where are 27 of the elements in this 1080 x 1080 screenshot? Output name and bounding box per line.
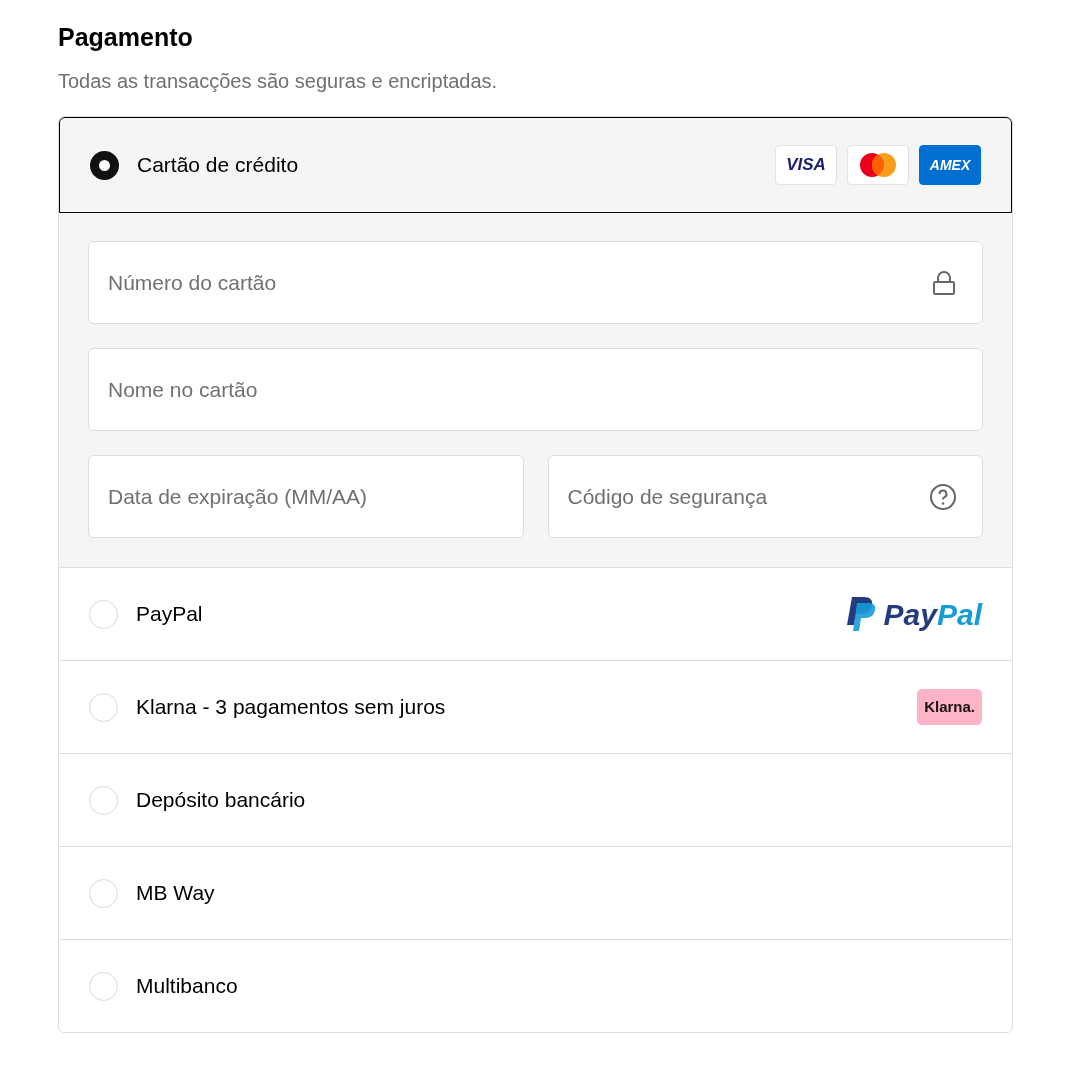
klarna-logo: Klarna. — [917, 688, 982, 726]
radio-button[interactable] — [90, 150, 119, 180]
payment-option[interactable]: Depósito bancário — [59, 753, 1012, 846]
paypal-wordmark: PayPal — [883, 596, 982, 633]
mastercard-logo — [847, 145, 909, 185]
payment-option[interactable]: Klarna - 3 pagamentos sem juros Klarna. — [59, 660, 1012, 753]
payment-option[interactable]: Cartão de crédito VISA AMEX — [59, 117, 1012, 213]
option-label: Multibanco — [136, 973, 239, 1000]
payment-option[interactable]: PayPal PayPal — [59, 567, 1012, 660]
amex-logo: AMEX — [919, 145, 981, 185]
input-field[interactable]: Nome no cartão — [88, 348, 983, 431]
payment-option[interactable]: MB Way — [59, 846, 1012, 939]
page-title: Pagamento — [58, 22, 194, 52]
paypal-icon — [845, 596, 878, 632]
input-field[interactable]: Código de segurança — [547, 455, 983, 538]
input-field[interactable]: Número do cartão — [88, 241, 983, 324]
visa-logo: VISA — [775, 145, 837, 185]
option-label: Cartão de crédito — [137, 152, 300, 179]
option-label: PayPal — [136, 601, 204, 628]
option-label: Depósito bancário — [136, 787, 307, 814]
payment-option[interactable]: Multibanco — [59, 939, 1012, 1032]
option-label: Klarna - 3 pagamentos sem juros — [136, 694, 447, 721]
help-icon — [929, 482, 957, 511]
option-label: MB Way — [136, 880, 216, 907]
subtitle: Todas as transacções são seguras e encriptadas. — [58, 69, 499, 94]
input-field[interactable]: Data de expiração (MM/AA) — [88, 455, 524, 538]
lock-icon — [931, 269, 957, 296]
